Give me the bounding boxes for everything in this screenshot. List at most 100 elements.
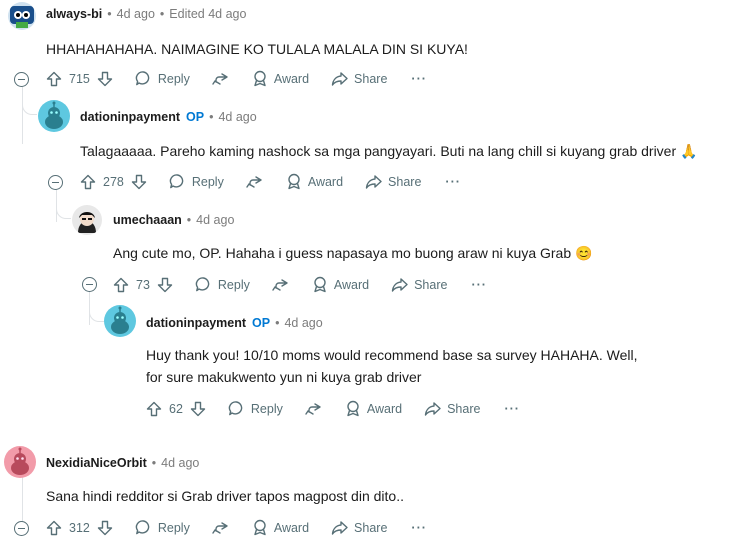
crosspost-icon xyxy=(212,521,228,534)
downvote-icon xyxy=(157,277,173,292)
timestamp[interactable]: 4d ago xyxy=(117,7,155,21)
upvote-icon xyxy=(80,174,96,189)
downvote-button[interactable] xyxy=(97,71,113,87)
author-name[interactable]: dationinpayment xyxy=(146,316,246,330)
avatar[interactable] xyxy=(8,2,36,30)
comment-body: Huy thank you! 10/10 moms would recommen… xyxy=(146,347,638,385)
crosspost-button[interactable] xyxy=(272,277,290,293)
reply-icon xyxy=(135,520,150,535)
upvote-button[interactable] xyxy=(146,401,162,417)
comment-actions: 73 Reply Award Share ··· xyxy=(113,276,487,293)
timestamp[interactable]: 4d ago xyxy=(161,456,199,470)
collapse-button[interactable] xyxy=(14,72,29,87)
award-icon xyxy=(314,276,326,293)
downvote-button[interactable] xyxy=(157,277,173,293)
upvote-button[interactable] xyxy=(46,71,62,87)
upvote-button[interactable] xyxy=(80,174,96,190)
more-options-button[interactable]: ··· xyxy=(411,521,427,535)
comment-meta: dationinpayment OP • 4d ago xyxy=(80,110,257,124)
op-badge: OP xyxy=(186,110,205,124)
share-icon xyxy=(331,71,348,86)
comment-meta: umechaaan • 4d ago xyxy=(113,213,235,227)
more-options-button[interactable]: ··· xyxy=(411,72,427,86)
comment-actions: 278 Reply Award Share ··· xyxy=(80,173,461,190)
share-icon xyxy=(331,520,348,535)
author-name[interactable]: always-bi xyxy=(46,7,102,21)
award-button[interactable]: Award xyxy=(286,173,343,190)
share-icon xyxy=(391,277,408,292)
crosspost-button[interactable] xyxy=(246,174,264,190)
award-button[interactable]: Award xyxy=(345,400,402,417)
vote-count: 278 xyxy=(103,174,124,189)
comment-meta: NexidiaNiceOrbit • 4d ago xyxy=(46,456,200,470)
downvote-icon xyxy=(190,401,206,416)
vote-count: 73 xyxy=(136,277,150,292)
downvote-icon xyxy=(131,174,147,189)
reply-button[interactable]: Reply xyxy=(135,519,190,536)
comment-meta: dationinpayment OP • 4d ago xyxy=(146,316,323,330)
comment-body: Talagaaaaa. Pareho kaming nashock sa mga… xyxy=(80,143,698,159)
vote-count: 312 xyxy=(69,520,90,535)
downvote-button[interactable] xyxy=(131,174,147,190)
share-button[interactable]: Share xyxy=(331,71,387,87)
reply-icon xyxy=(195,277,210,292)
timestamp[interactable]: 4d ago xyxy=(196,213,234,227)
comment-body: Ang cute mo, OP. Hahaha i guess napasaya… xyxy=(113,245,593,261)
award-button[interactable]: Award xyxy=(312,276,369,293)
author-name[interactable]: dationinpayment xyxy=(80,110,180,124)
author-name[interactable]: umechaaan xyxy=(113,213,182,227)
avatar[interactable] xyxy=(104,305,136,337)
collapse-button[interactable] xyxy=(48,175,63,190)
comment-actions: 312 Reply Award Share ··· xyxy=(46,519,427,536)
collapse-button[interactable] xyxy=(14,521,29,536)
edited-label: Edited 4d ago xyxy=(169,7,247,21)
award-icon xyxy=(347,400,359,417)
crosspost-button[interactable] xyxy=(305,401,323,417)
avatar[interactable] xyxy=(38,100,70,132)
share-button[interactable]: Share xyxy=(365,174,421,190)
avatar[interactable] xyxy=(72,205,102,235)
more-options-button[interactable]: ··· xyxy=(504,402,520,416)
comment-actions: 715 Reply Award Share ··· xyxy=(46,70,427,87)
more-options-button[interactable]: ··· xyxy=(471,278,487,292)
op-badge: OP xyxy=(252,316,271,330)
timestamp[interactable]: 4d ago xyxy=(218,110,256,124)
share-button[interactable]: Share xyxy=(391,277,447,293)
comment-body: Sana hindi redditor si Grab driver tapos… xyxy=(46,488,404,504)
comment-actions: 62 Reply Award Share ··· xyxy=(146,400,520,417)
downvote-icon xyxy=(97,520,113,535)
upvote-icon xyxy=(46,520,62,535)
avatar[interactable] xyxy=(4,446,36,478)
share-icon xyxy=(424,401,441,416)
award-button[interactable]: Award xyxy=(252,70,309,87)
share-button[interactable]: Share xyxy=(424,401,480,417)
upvote-button[interactable] xyxy=(46,520,62,536)
upvote-icon xyxy=(146,401,162,416)
award-button[interactable]: Award xyxy=(252,519,309,536)
upvote-icon xyxy=(46,71,62,86)
reply-button[interactable]: Reply xyxy=(169,173,224,190)
author-name[interactable]: NexidiaNiceOrbit xyxy=(46,456,147,470)
reply-icon xyxy=(169,174,184,189)
comment-meta: always-bi • 4d ago • Edited 4d ago xyxy=(46,7,247,21)
more-options-button[interactable]: ··· xyxy=(445,175,461,189)
crosspost-button[interactable] xyxy=(212,71,230,87)
collapse-button[interactable] xyxy=(82,277,97,292)
vote-count: 62 xyxy=(169,401,183,416)
crosspost-button[interactable] xyxy=(212,520,230,536)
timestamp[interactable]: 4d ago xyxy=(284,316,322,330)
reply-icon xyxy=(228,401,243,416)
downvote-button[interactable] xyxy=(97,520,113,536)
downvote-icon xyxy=(97,71,113,86)
upvote-icon xyxy=(113,277,129,292)
reply-button[interactable]: Reply xyxy=(135,70,190,87)
award-icon xyxy=(254,519,266,536)
comment-body: HHAHAHAHAHA. NAIMAGINE KO TULALA MALALA … xyxy=(46,41,468,57)
reply-button[interactable]: Reply xyxy=(195,276,250,293)
share-button[interactable]: Share xyxy=(331,520,387,536)
crosspost-icon xyxy=(246,175,262,188)
reply-button[interactable]: Reply xyxy=(228,400,283,417)
upvote-button[interactable] xyxy=(113,277,129,293)
downvote-button[interactable] xyxy=(190,401,206,417)
share-icon xyxy=(365,174,382,189)
